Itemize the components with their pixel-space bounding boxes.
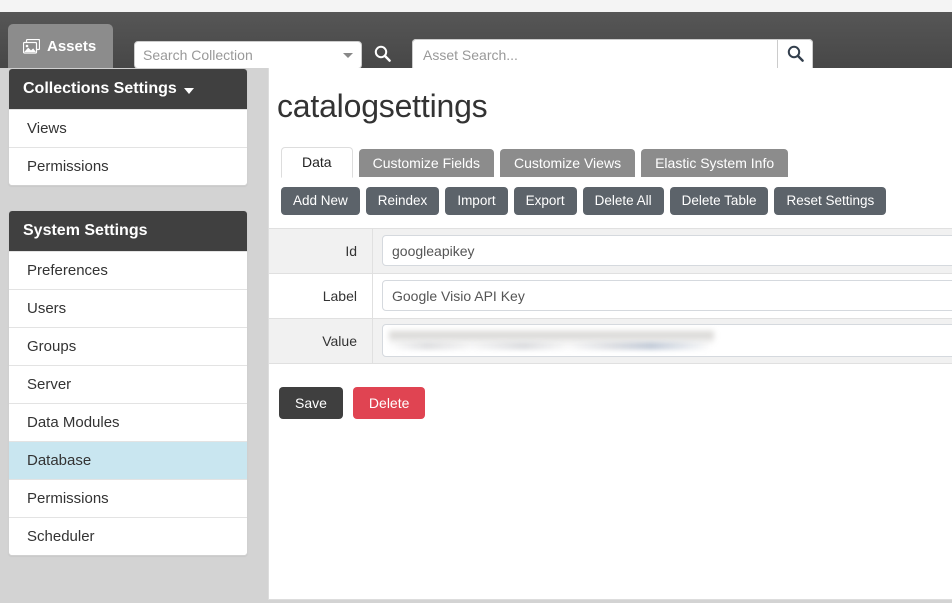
tab-elastic-system-info[interactable]: Elastic System Info <box>641 149 789 177</box>
search-icon <box>787 45 804 65</box>
value-field-cell <box>373 319 952 363</box>
search-icon <box>374 45 391 65</box>
collection-search-group: Search Collection <box>134 41 392 69</box>
sidebar-item-label: Server <box>27 376 72 393</box>
system-settings-header: System Settings <box>9 211 247 251</box>
redaction-blur <box>389 342 709 350</box>
asset-search-input[interactable] <box>412 39 777 71</box>
tab-label: Elastic System Info <box>655 155 775 171</box>
sidebar-item-server[interactable]: Server <box>9 365 247 403</box>
collection-select[interactable]: Search Collection <box>134 41 362 69</box>
collection-search-button[interactable] <box>372 44 392 66</box>
label-field-cell <box>373 274 952 318</box>
tab-label: Data <box>302 154 332 170</box>
image-icon <box>23 38 40 54</box>
tab-customize-fields[interactable]: Customize Fields <box>358 149 494 177</box>
label-input[interactable] <box>382 280 952 311</box>
form-row: Value <box>269 318 952 364</box>
sidebar-item-scheduler[interactable]: Scheduler <box>9 517 247 555</box>
sidebar-item-permissions[interactable]: Permissions <box>9 147 247 185</box>
delete-button[interactable]: Delete <box>352 386 426 420</box>
sidebar-item-label: Permissions <box>27 490 109 507</box>
form-row: Id <box>269 228 952 274</box>
page-body: Collections Settings Views Permissions S… <box>0 68 952 603</box>
app-header: Assets Search Collection <box>0 12 952 71</box>
id-field-cell <box>373 229 952 273</box>
save-button[interactable]: Save <box>279 386 343 420</box>
tab-label: Customize Views <box>513 155 622 171</box>
chevron-down-icon <box>343 53 353 58</box>
collections-settings-title: Collections Settings <box>23 80 177 97</box>
sidebar-item-permissions[interactable]: Permissions <box>9 479 247 517</box>
sidebar-item-groups[interactable]: Groups <box>9 327 247 365</box>
sidebar-item-users[interactable]: Users <box>9 289 247 327</box>
add-new-button[interactable]: Add New <box>281 187 360 215</box>
system-settings-panel: System Settings Preferences Users Groups… <box>8 210 248 556</box>
export-button[interactable]: Export <box>513 187 577 215</box>
id-field-label: Id <box>269 228 373 273</box>
tab-data[interactable]: Data <box>281 147 353 178</box>
sidebar: Collections Settings Views Permissions S… <box>8 68 248 580</box>
reset-settings-button[interactable]: Reset Settings <box>774 187 887 215</box>
form-row: Label <box>269 273 952 319</box>
sidebar-item-label: Data Modules <box>27 414 120 431</box>
sidebar-item-label: Groups <box>27 338 77 355</box>
import-button[interactable]: Import <box>445 187 508 215</box>
value-input[interactable] <box>382 324 952 357</box>
sidebar-item-label: Views <box>27 120 67 137</box>
sidebar-item-label: Preferences <box>27 262 108 279</box>
id-input[interactable] <box>382 235 952 266</box>
sidebar-item-label: Permissions <box>27 158 109 175</box>
content-tabs: Data Customize Fields Customize Views El… <box>281 147 952 178</box>
label-field-label: Label <box>269 273 373 318</box>
tab-customize-views[interactable]: Customize Views <box>499 149 636 177</box>
value-field-label: Value <box>269 318 373 363</box>
delete-all-button[interactable]: Delete All <box>582 187 664 215</box>
top-spacer <box>0 0 952 12</box>
reindex-button[interactable]: Reindex <box>365 187 440 215</box>
sidebar-item-data-modules[interactable]: Data Modules <box>9 403 247 441</box>
collection-select-value: Search Collection <box>143 47 253 63</box>
assets-tab[interactable]: Assets <box>8 24 114 68</box>
sidebar-item-preferences[interactable]: Preferences <box>9 251 247 289</box>
record-form: Id Label Value <box>269 227 952 364</box>
action-toolbar: Add New Reindex Import Export Delete All… <box>281 187 952 215</box>
content-panel: catalogsettings Data Customize Fields Cu… <box>268 68 952 600</box>
sidebar-item-label: Scheduler <box>27 528 95 545</box>
caret-down-icon <box>183 87 194 94</box>
asset-search-button[interactable] <box>777 39 813 71</box>
sidebar-item-label: Database <box>27 452 92 469</box>
collections-settings-panel: Collections Settings Views Permissions <box>8 68 248 186</box>
assets-tab-label: Assets <box>47 37 97 55</box>
collections-settings-header[interactable]: Collections Settings <box>9 69 247 109</box>
system-settings-title: System Settings <box>23 222 148 239</box>
delete-table-button[interactable]: Delete Table <box>669 187 769 215</box>
sidebar-item-label: Users <box>27 300 67 317</box>
form-actions: Save Delete <box>279 386 952 420</box>
asset-search-group <box>412 39 813 71</box>
page-title: catalogsettings <box>277 88 488 124</box>
sidebar-item-database[interactable]: Database <box>9 441 247 479</box>
sidebar-item-views[interactable]: Views <box>9 109 247 147</box>
tab-label: Customize Fields <box>372 155 480 171</box>
